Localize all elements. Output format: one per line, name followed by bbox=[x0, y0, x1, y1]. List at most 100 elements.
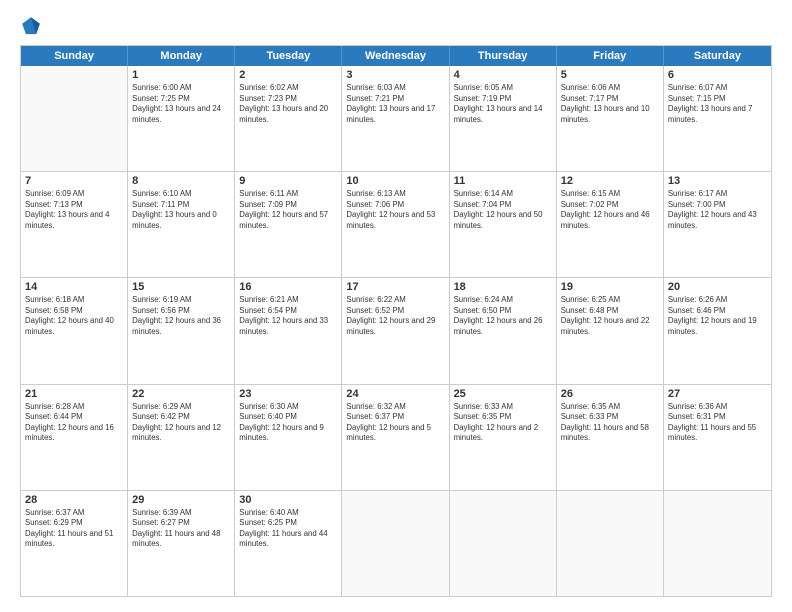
calendar-cell: 29 Sunrise: 6:39 AM Sunset: 6:27 PM Dayli… bbox=[128, 491, 235, 596]
cell-info: Sunrise: 6:10 AM Sunset: 7:11 PM Dayligh… bbox=[132, 189, 230, 231]
calendar-row: 7Sunrise: 6:09 AM Sunset: 7:13 PM Daylig… bbox=[21, 171, 771, 277]
calendar-row: 1 Sunrise: 6:00 AM Sunset: 7:25 PM Daylig… bbox=[21, 66, 771, 171]
cell-info: Sunrise: 6:05 AM Sunset: 7:19 PM Dayligh… bbox=[454, 83, 552, 125]
calendar-cell bbox=[557, 491, 664, 596]
calendar-cell: 6 Sunrise: 6:07 AM Sunset: 7:15 PM Daylig… bbox=[664, 66, 771, 171]
calendar-row: 21Sunrise: 6:28 AM Sunset: 6:44 PM Dayli… bbox=[21, 384, 771, 490]
calendar-cell: 10 Sunrise: 6:13 AM Sunset: 7:06 PM Dayli… bbox=[342, 172, 449, 277]
cell-info: Sunrise: 6:24 AM Sunset: 6:50 PM Dayligh… bbox=[454, 295, 552, 337]
calendar-cell: 8 Sunrise: 6:10 AM Sunset: 7:11 PM Daylig… bbox=[128, 172, 235, 277]
calendar-cell: 13 Sunrise: 6:17 AM Sunset: 7:00 PM Dayli… bbox=[664, 172, 771, 277]
cell-info: Sunrise: 6:33 AM Sunset: 6:35 PM Dayligh… bbox=[454, 402, 552, 444]
cell-info: Sunrise: 6:18 AM Sunset: 6:58 PM Dayligh… bbox=[25, 295, 123, 337]
day-number: 6 bbox=[668, 69, 767, 81]
day-number: 2 bbox=[239, 69, 337, 81]
day-number: 3 bbox=[346, 69, 444, 81]
cell-info: Sunrise: 6:06 AM Sunset: 7:17 PM Dayligh… bbox=[561, 83, 659, 125]
cell-info: Sunrise: 6:17 AM Sunset: 7:00 PM Dayligh… bbox=[668, 189, 767, 231]
day-number: 23 bbox=[239, 388, 337, 400]
calendar-day-header: Sunday bbox=[21, 46, 128, 66]
calendar-cell bbox=[21, 66, 128, 171]
calendar: SundayMondayTuesdayWednesdayThursdayFrid… bbox=[20, 45, 772, 597]
cell-info: Sunrise: 6:19 AM Sunset: 6:56 PM Dayligh… bbox=[132, 295, 230, 337]
cell-info: Sunrise: 6:26 AM Sunset: 6:46 PM Dayligh… bbox=[668, 295, 767, 337]
cell-info: Sunrise: 6:30 AM Sunset: 6:40 PM Dayligh… bbox=[239, 402, 337, 444]
day-number: 8 bbox=[132, 175, 230, 187]
day-number: 5 bbox=[561, 69, 659, 81]
cell-info: Sunrise: 6:36 AM Sunset: 6:31 PM Dayligh… bbox=[668, 402, 767, 444]
day-number: 20 bbox=[668, 281, 767, 293]
calendar-cell: 30Sunrise: 6:40 AM Sunset: 6:25 PM Dayli… bbox=[235, 491, 342, 596]
calendar-day-header: Monday bbox=[128, 46, 235, 66]
calendar-cell: 9 Sunrise: 6:11 AM Sunset: 7:09 PM Daylig… bbox=[235, 172, 342, 277]
day-number: 30 bbox=[239, 494, 337, 506]
cell-info: Sunrise: 6:39 AM Sunset: 6:27 PM Dayligh… bbox=[132, 508, 230, 550]
day-number: 22 bbox=[132, 388, 230, 400]
calendar-cell bbox=[342, 491, 449, 596]
logo-icon bbox=[20, 15, 42, 37]
day-number: 21 bbox=[25, 388, 123, 400]
cell-info: Sunrise: 6:00 AM Sunset: 7:25 PM Dayligh… bbox=[132, 83, 230, 125]
day-number: 17 bbox=[346, 281, 444, 293]
calendar-cell: 26Sunrise: 6:35 AM Sunset: 6:33 PM Dayli… bbox=[557, 385, 664, 490]
logo bbox=[20, 15, 46, 37]
cell-info: Sunrise: 6:32 AM Sunset: 6:37 PM Dayligh… bbox=[346, 402, 444, 444]
day-number: 29 bbox=[132, 494, 230, 506]
calendar-cell bbox=[664, 491, 771, 596]
calendar-cell: 14Sunrise: 6:18 AM Sunset: 6:58 PM Dayli… bbox=[21, 278, 128, 383]
calendar-cell: 1 Sunrise: 6:00 AM Sunset: 7:25 PM Daylig… bbox=[128, 66, 235, 171]
calendar-cell: 12Sunrise: 6:15 AM Sunset: 7:02 PM Dayli… bbox=[557, 172, 664, 277]
day-number: 18 bbox=[454, 281, 552, 293]
calendar-cell: 28 Sunrise: 6:37 AM Sunset: 6:29 PM Dayli… bbox=[21, 491, 128, 596]
calendar-cell: 25 Sunrise: 6:33 AM Sunset: 6:35 PM Dayli… bbox=[450, 385, 557, 490]
calendar-day-header: Wednesday bbox=[342, 46, 449, 66]
calendar-cell: 7Sunrise: 6:09 AM Sunset: 7:13 PM Daylig… bbox=[21, 172, 128, 277]
day-number: 24 bbox=[346, 388, 444, 400]
calendar-cell: 18 Sunrise: 6:24 AM Sunset: 6:50 PM Dayli… bbox=[450, 278, 557, 383]
calendar-row: 14Sunrise: 6:18 AM Sunset: 6:58 PM Dayli… bbox=[21, 277, 771, 383]
day-number: 19 bbox=[561, 281, 659, 293]
calendar-day-header: Thursday bbox=[450, 46, 557, 66]
calendar-cell: 20 Sunrise: 6:26 AM Sunset: 6:46 PM Dayli… bbox=[664, 278, 771, 383]
calendar-day-header: Saturday bbox=[664, 46, 771, 66]
day-number: 10 bbox=[346, 175, 444, 187]
calendar-cell: 2 Sunrise: 6:02 AM Sunset: 7:23 PM Daylig… bbox=[235, 66, 342, 171]
cell-info: Sunrise: 6:29 AM Sunset: 6:42 PM Dayligh… bbox=[132, 402, 230, 444]
calendar-cell: 27 Sunrise: 6:36 AM Sunset: 6:31 PM Dayli… bbox=[664, 385, 771, 490]
cell-info: Sunrise: 6:03 AM Sunset: 7:21 PM Dayligh… bbox=[346, 83, 444, 125]
calendar-cell: 17 Sunrise: 6:22 AM Sunset: 6:52 PM Dayli… bbox=[342, 278, 449, 383]
cell-info: Sunrise: 6:09 AM Sunset: 7:13 PM Dayligh… bbox=[25, 189, 123, 231]
day-number: 28 bbox=[25, 494, 123, 506]
calendar-cell: 19 Sunrise: 6:25 AM Sunset: 6:48 PM Dayli… bbox=[557, 278, 664, 383]
day-number: 9 bbox=[239, 175, 337, 187]
calendar-cell: 3 Sunrise: 6:03 AM Sunset: 7:21 PM Daylig… bbox=[342, 66, 449, 171]
cell-info: Sunrise: 6:02 AM Sunset: 7:23 PM Dayligh… bbox=[239, 83, 337, 125]
calendar-day-header: Tuesday bbox=[235, 46, 342, 66]
calendar-day-header: Friday bbox=[557, 46, 664, 66]
calendar-cell: 5 Sunrise: 6:06 AM Sunset: 7:17 PM Daylig… bbox=[557, 66, 664, 171]
calendar-cell: 11Sunrise: 6:14 AM Sunset: 7:04 PM Dayli… bbox=[450, 172, 557, 277]
calendar-cell: 23 Sunrise: 6:30 AM Sunset: 6:40 PM Dayli… bbox=[235, 385, 342, 490]
calendar-header: SundayMondayTuesdayWednesdayThursdayFrid… bbox=[21, 46, 771, 66]
header bbox=[20, 15, 772, 37]
calendar-body: 1 Sunrise: 6:00 AM Sunset: 7:25 PM Daylig… bbox=[21, 66, 771, 596]
calendar-cell: 4Sunrise: 6:05 AM Sunset: 7:19 PM Daylig… bbox=[450, 66, 557, 171]
cell-info: Sunrise: 6:11 AM Sunset: 7:09 PM Dayligh… bbox=[239, 189, 337, 231]
calendar-cell: 22 Sunrise: 6:29 AM Sunset: 6:42 PM Dayli… bbox=[128, 385, 235, 490]
cell-info: Sunrise: 6:13 AM Sunset: 7:06 PM Dayligh… bbox=[346, 189, 444, 231]
day-number: 27 bbox=[668, 388, 767, 400]
cell-info: Sunrise: 6:37 AM Sunset: 6:29 PM Dayligh… bbox=[25, 508, 123, 550]
day-number: 1 bbox=[132, 69, 230, 81]
calendar-cell: 21Sunrise: 6:28 AM Sunset: 6:44 PM Dayli… bbox=[21, 385, 128, 490]
calendar-cell: 24 Sunrise: 6:32 AM Sunset: 6:37 PM Dayli… bbox=[342, 385, 449, 490]
cell-info: Sunrise: 6:22 AM Sunset: 6:52 PM Dayligh… bbox=[346, 295, 444, 337]
day-number: 25 bbox=[454, 388, 552, 400]
calendar-cell: 15 Sunrise: 6:19 AM Sunset: 6:56 PM Dayli… bbox=[128, 278, 235, 383]
day-number: 11 bbox=[454, 175, 552, 187]
day-number: 16 bbox=[239, 281, 337, 293]
cell-info: Sunrise: 6:07 AM Sunset: 7:15 PM Dayligh… bbox=[668, 83, 767, 125]
day-number: 13 bbox=[668, 175, 767, 187]
page: SundayMondayTuesdayWednesdayThursdayFrid… bbox=[0, 0, 792, 612]
cell-info: Sunrise: 6:25 AM Sunset: 6:48 PM Dayligh… bbox=[561, 295, 659, 337]
day-number: 15 bbox=[132, 281, 230, 293]
